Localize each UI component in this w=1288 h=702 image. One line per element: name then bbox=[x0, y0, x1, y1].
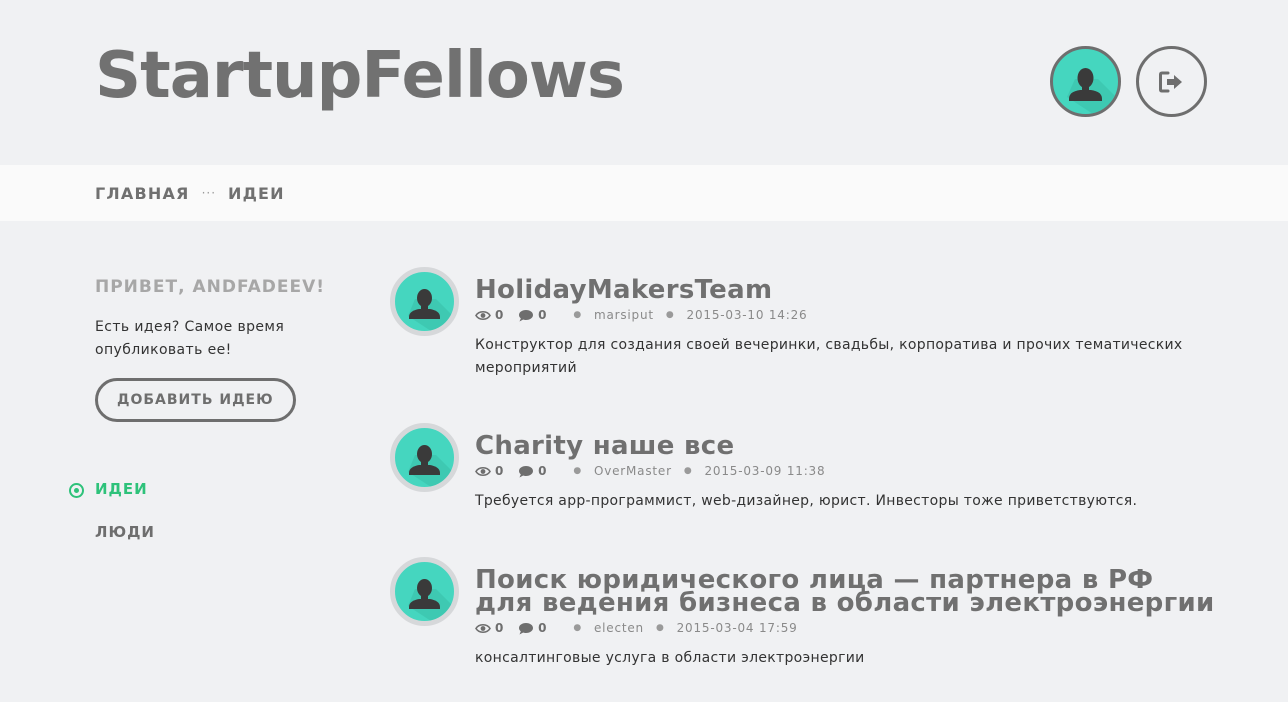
meta-separator: ● bbox=[683, 466, 693, 476]
header: StartupFellows bbox=[0, 0, 1288, 165]
sidebar-item-label: ИДЕИ bbox=[95, 480, 148, 498]
sidebar-item-ideas[interactable]: ИДЕИ bbox=[69, 480, 155, 502]
comment-icon bbox=[519, 622, 534, 634]
idea-prompt-text: Есть идея? Самое время опубликовать ее! bbox=[95, 319, 285, 358]
sidebar-item-people[interactable]: ЛЮДИ bbox=[95, 523, 155, 545]
breadcrumb-separator: ··· bbox=[201, 186, 217, 200]
author-link[interactable]: OverMaster bbox=[594, 464, 672, 478]
idea-title-link[interactable]: Charity наше все bbox=[475, 423, 1220, 459]
views-count: 0 bbox=[495, 621, 505, 635]
eye-icon bbox=[475, 466, 491, 476]
comment-icon bbox=[519, 309, 534, 321]
logo[interactable]: StartupFellows bbox=[95, 44, 625, 108]
list-item: HolidayMakersTeam 0 0 ● marsiput ● 2015-… bbox=[390, 267, 1220, 423]
greeting-text: ПРИВЕТ, ANDFADEEV! bbox=[95, 277, 326, 297]
user-avatar-button[interactable] bbox=[1050, 46, 1121, 117]
ideas-list: HolidayMakersTeam 0 0 ● marsiput ● 2015-… bbox=[390, 267, 1220, 670]
author-avatar[interactable] bbox=[390, 267, 459, 336]
sidebar-item-label: ЛЮДИ bbox=[95, 523, 155, 541]
sidebar-nav: ИДЕИ ЛЮДИ bbox=[69, 480, 155, 566]
idea-description: Требуется app-программист, web-дизайнер,… bbox=[475, 493, 1138, 509]
eye-icon bbox=[475, 310, 491, 320]
user-silhouette-icon bbox=[1067, 68, 1118, 114]
author-avatar[interactable] bbox=[390, 423, 459, 492]
user-silhouette-icon bbox=[408, 289, 454, 331]
idea-meta: 0 0 ● electen ● 2015-03-04 17:59 bbox=[475, 620, 1220, 636]
idea-date: 2015-03-09 11:38 bbox=[704, 464, 826, 478]
author-link[interactable]: marsiput bbox=[594, 308, 654, 322]
meta-separator: ● bbox=[573, 310, 582, 320]
comments-count: 0 bbox=[538, 621, 548, 635]
idea-meta: 0 0 ● OverMaster ● 2015-03-09 11:38 bbox=[475, 463, 1220, 479]
user-silhouette-icon bbox=[408, 445, 454, 487]
meta-separator: ● bbox=[573, 623, 582, 633]
sidebar: ПРИВЕТ, ANDFADEEV! Есть идея? Самое врем… bbox=[95, 277, 355, 422]
breadcrumb-home-link[interactable]: ГЛАВНАЯ bbox=[95, 184, 190, 203]
idea-date: 2015-03-10 14:26 bbox=[686, 308, 808, 322]
meta-separator: ● bbox=[665, 310, 675, 320]
idea-date: 2015-03-04 17:59 bbox=[676, 621, 798, 635]
idea-description: консалтинговые услуга в области электроэ… bbox=[475, 650, 865, 666]
breadcrumb-ideas-link[interactable]: ИДЕИ bbox=[228, 184, 285, 203]
author-avatar[interactable] bbox=[390, 557, 459, 626]
meta-separator: ● bbox=[573, 466, 582, 476]
list-item: Поиск юридического лица — партнера в РФ … bbox=[390, 557, 1220, 670]
add-idea-button[interactable]: ДОБАВИТЬ ИДЕЮ bbox=[95, 378, 296, 422]
comment-icon bbox=[519, 465, 534, 477]
logout-button[interactable] bbox=[1136, 46, 1207, 117]
logout-icon bbox=[1158, 71, 1182, 92]
breadcrumb: ГЛАВНАЯ ··· ИДЕИ bbox=[0, 165, 1288, 221]
list-item: Charity наше все 0 0 ● OverMaster ● 2015… bbox=[390, 423, 1220, 557]
user-silhouette-icon bbox=[408, 579, 454, 621]
idea-description: Конструктор для создания своей вечеринки… bbox=[475, 337, 1183, 376]
active-indicator-icon bbox=[69, 483, 84, 498]
idea-title-link[interactable]: HolidayMakersTeam bbox=[475, 267, 1220, 303]
meta-separator: ● bbox=[655, 623, 665, 633]
author-link[interactable]: electen bbox=[594, 621, 644, 635]
views-count: 0 bbox=[495, 308, 505, 322]
comments-count: 0 bbox=[538, 464, 548, 478]
eye-icon bbox=[475, 623, 491, 633]
views-count: 0 bbox=[495, 464, 505, 478]
idea-meta: 0 0 ● marsiput ● 2015-03-10 14:26 bbox=[475, 307, 1220, 323]
idea-title-link[interactable]: Поиск юридического лица — партнера в РФ … bbox=[475, 557, 1220, 616]
comments-count: 0 bbox=[538, 308, 548, 322]
